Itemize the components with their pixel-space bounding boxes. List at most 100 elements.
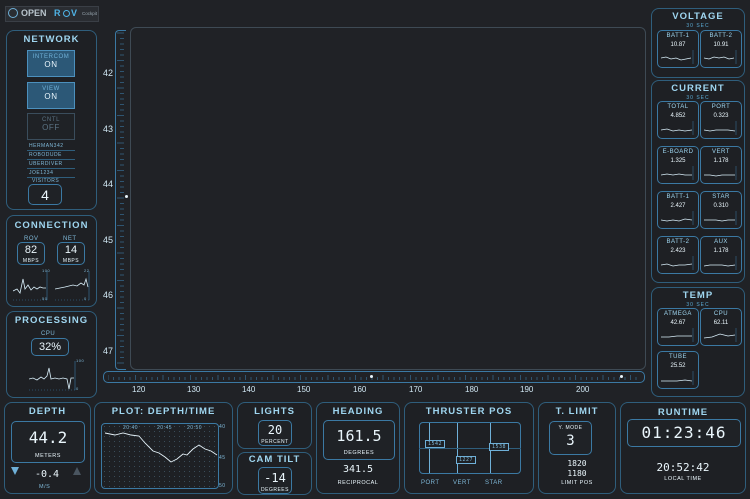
- plot-axis: 50: [219, 483, 226, 489]
- heading-marker-right: [620, 375, 623, 378]
- card-value: 0.310: [713, 203, 729, 209]
- net-spark-top: 22: [84, 268, 90, 273]
- current-card: STAR 0.310: [700, 191, 742, 229]
- voltage-panel: VOLTAGE 30 SEC BATT-1 10.87 BATT-2 10.91: [651, 8, 745, 78]
- user-item: ROBODUDE: [27, 151, 75, 160]
- camtilt-title: CAM TILT: [248, 454, 301, 465]
- depth-marker: [125, 195, 128, 198]
- visitors-box: 4: [28, 184, 62, 205]
- camtilt-unit: DEGREES: [261, 487, 289, 493]
- user-item: JOE1234: [27, 169, 75, 178]
- temp-panel: TEMP 30 SEC ATMEGA 42.67 CPU 62.11 TUBE …: [651, 287, 745, 397]
- x-tick: 150: [297, 385, 311, 394]
- plot-time: 20:40: [123, 425, 139, 431]
- rov-value: 82: [24, 244, 38, 256]
- temp-title: TEMP: [682, 290, 714, 301]
- card-label: AUX: [714, 239, 728, 245]
- rov-spark-top: 100: [42, 268, 51, 273]
- intercom-button[interactable]: INTERCOM ON: [27, 50, 75, 77]
- plot-title: PLOT: DEPTH/TIME: [111, 406, 216, 417]
- tlimit-title: T. LIMIT: [555, 406, 599, 417]
- card-label: ATMEGA: [664, 311, 692, 317]
- card-value: 62.11: [713, 320, 729, 326]
- connection-panel: CONNECTION ROV 82 MBPS NET 14 MBPS 100 5…: [6, 215, 97, 307]
- card-value: 10.91: [713, 42, 729, 48]
- current-card: AUX 1.178: [700, 236, 742, 274]
- vert-thruster-value: 1227: [456, 456, 477, 464]
- rov-box: 82 MBPS: [17, 242, 45, 265]
- plot-axis: 45: [219, 455, 226, 461]
- depth-time-line: [104, 432, 218, 463]
- heading-panel: HEADING 161.5 DEGREES 341.5 RECIPROCAL: [316, 402, 400, 494]
- heading-reciprocal: 341.5: [342, 464, 374, 475]
- depth-box: 44.2 METERS: [11, 421, 85, 463]
- intercom-state: ON: [44, 60, 58, 69]
- user-list: HERMAN342 ROBODUDE UBERDIVER JOE1234: [27, 142, 75, 178]
- cpu-spark-top: 100: [76, 358, 85, 363]
- depth-value: 44.2: [28, 428, 68, 447]
- temp-card: ATMEGA 42.67: [657, 308, 699, 346]
- x-tick: 170: [409, 385, 423, 394]
- star-thruster-value: 1538: [489, 443, 510, 451]
- card-label: TOTAL: [667, 104, 689, 110]
- depth-rate-unit: M/S: [39, 484, 51, 490]
- card-value: 25.52: [670, 363, 686, 369]
- voltage-card: BATT-1 10.87: [657, 30, 699, 68]
- temp-card: TUBE 25.52: [657, 351, 699, 389]
- runtime-local: 20:52:42: [656, 461, 710, 474]
- card-value: 1.178: [713, 158, 729, 164]
- x-tick: 160: [353, 385, 367, 394]
- brand-sub: Cockpit: [82, 11, 98, 16]
- lights-box[interactable]: 20 PERCENT: [258, 420, 292, 446]
- card-value: 42.67: [670, 320, 686, 326]
- card-label: E-BOARD: [662, 149, 694, 155]
- current-card: TOTAL 4.852: [657, 101, 699, 139]
- runtime-title: RUNTIME: [657, 407, 709, 418]
- visitors-count: 4: [41, 187, 49, 203]
- video-viewport[interactable]: [130, 27, 646, 370]
- card-label: BATT-1: [666, 33, 690, 39]
- local-time-label: LOCAL TIME: [664, 476, 702, 482]
- logo-icon: [8, 8, 18, 18]
- card-value: 1.178: [713, 248, 729, 254]
- view-button[interactable]: VIEW ON: [27, 82, 75, 109]
- heading-ruler-ticks: [108, 375, 637, 380]
- plot-time: 20:50: [187, 425, 203, 431]
- tlimit-v2: 1180: [567, 469, 587, 478]
- camtilt-value: -14: [264, 471, 286, 485]
- x-tick: 120: [132, 385, 146, 394]
- cpu-value: 32%: [38, 341, 62, 353]
- lights-unit: PERCENT: [261, 439, 289, 445]
- view-state: ON: [44, 92, 58, 101]
- plot-panel: PLOT: DEPTH/TIME 20:40 20:45 20:50 40 45…: [94, 402, 233, 494]
- card-label: VERT: [712, 149, 730, 155]
- cpu-spark-bottom: 0: [76, 386, 79, 391]
- vert-label: VERT: [453, 480, 471, 486]
- depth-ruler-ticks: [117, 32, 124, 364]
- heading-box: 161.5 DEGREES: [323, 420, 395, 460]
- heading-marker: [370, 375, 373, 378]
- depth-title: DEPTH: [28, 406, 67, 417]
- voltage-card: BATT-2 10.91: [700, 30, 742, 68]
- current-card: E-BOARD 1.325: [657, 146, 699, 184]
- cntl-button[interactable]: CNTL OFF: [27, 113, 75, 140]
- x-tick: 130: [187, 385, 201, 394]
- heading-unit: DEGREES: [343, 450, 375, 456]
- current-card: BATT-2 2.423: [657, 236, 699, 274]
- card-value: 0.323: [713, 113, 729, 119]
- temp-card: CPU 62.11: [700, 308, 742, 346]
- star-label: STAR: [485, 480, 503, 486]
- current-card: PORT 0.323: [700, 101, 742, 139]
- processing-panel: PROCESSING CPU 32% 100 0: [6, 311, 97, 398]
- camtilt-box[interactable]: -14 DEGREES: [258, 467, 292, 494]
- card-value: 2.423: [670, 248, 686, 254]
- depth-panel: DEPTH 44.2 METERS -0.4 M/S: [4, 402, 91, 494]
- net-spark-bottom: 0: [84, 296, 87, 301]
- thruster-panel: THRUSTER POS 1542 1227 1538 PORT VERT ST…: [404, 402, 534, 494]
- tlimit-mode-box[interactable]: Y. MODE 3: [549, 421, 592, 455]
- descend-arrow-icon: [11, 467, 19, 475]
- port-label: PORT: [421, 480, 440, 486]
- cntl-state: OFF: [42, 123, 60, 132]
- x-tick: 200: [576, 385, 590, 394]
- tlimit-panel: T. LIMIT Y. MODE 3 1820 1180 LIMIT POS: [538, 402, 616, 494]
